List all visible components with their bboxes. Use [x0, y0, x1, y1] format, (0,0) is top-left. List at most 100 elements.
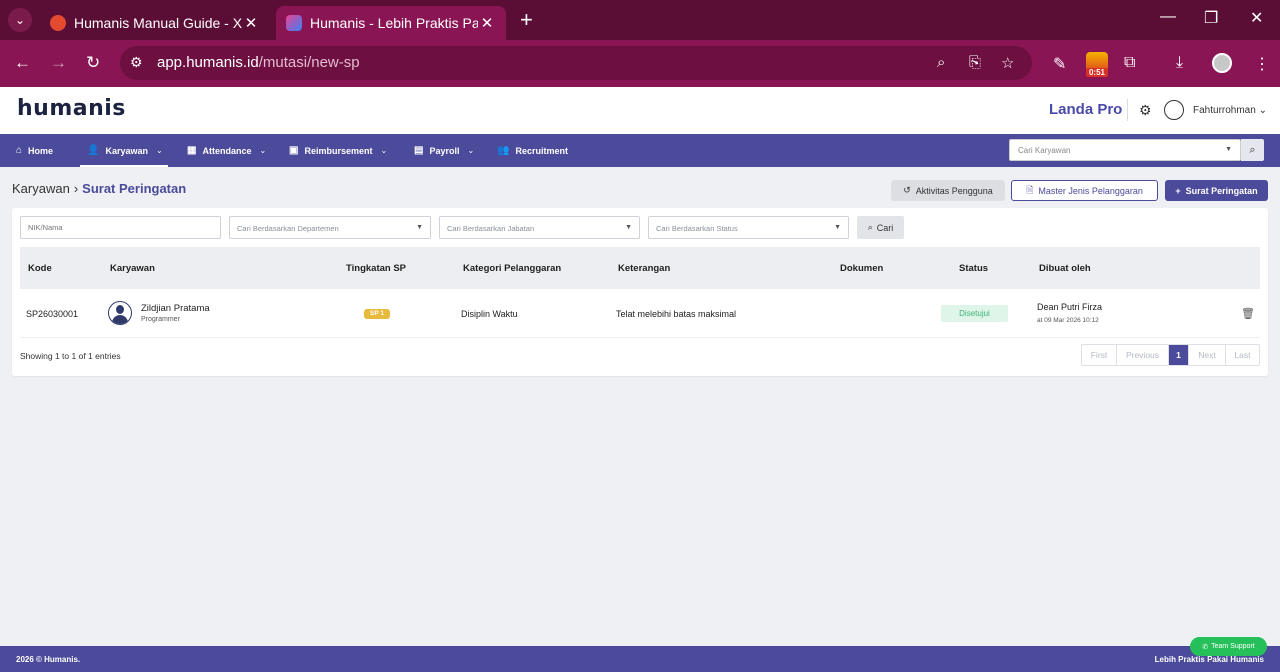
nik-name-input[interactable] [20, 216, 221, 239]
column-header-kode: Kode [28, 263, 52, 274]
tab-title: Humanis - Lebih Praktis Pakai Humanis [310, 15, 478, 31]
user-activity-button[interactable]: ↺ Aktivitas Pengguna [891, 180, 1005, 201]
column-header-karyawan: Karyawan [110, 263, 155, 274]
bookmark-star-icon[interactable]: ☆ [1001, 54, 1014, 72]
nav-label: Payroll [429, 145, 460, 156]
page-first-button[interactable]: First [1082, 345, 1117, 365]
url-host: app.humanis.id [157, 54, 259, 71]
page-title: Surat Peringatan [82, 181, 187, 196]
page-current-button[interactable]: 1 [1169, 345, 1189, 365]
address-bar[interactable]: ⚙ app.humanis.id/mutasi/new-sp ⌕ ⎘ ☆ [120, 46, 1032, 80]
url-path: /mutasi/new-sp [258, 54, 360, 71]
nav-item-payroll[interactable]: ▤ Payroll ⌄ [414, 145, 474, 156]
employee-name[interactable]: Zildjian Pratama [141, 303, 210, 314]
downloads-icon[interactable]: ⤓ [1176, 54, 1183, 72]
profile-avatar-icon[interactable] [1212, 53, 1232, 73]
column-header-category: Kategori Pelanggaran [463, 263, 562, 274]
nav-label: Recruitment [515, 145, 568, 156]
master-violation-button[interactable]: 🗎 Master Jenis Pelanggaran [1011, 180, 1158, 201]
team-support-button[interactable]: ✆ Team Support [1190, 637, 1267, 656]
search-icon[interactable]: ⌕ [1241, 139, 1264, 161]
nav-item-home[interactable]: ⌂ Home [16, 145, 53, 156]
status-badge: Disetujui [941, 305, 1008, 322]
chevron-right-icon: › [73, 181, 79, 196]
breadcrumb: Karyawan › Surat Peringatan [12, 181, 186, 196]
forward-icon[interactable]: → [50, 53, 67, 73]
nav-item-attendance[interactable]: ▦ Attendance ⌄ [187, 145, 266, 156]
column-header-level: Tingkatan SP [346, 263, 407, 274]
close-tab-icon[interactable]: ✕ [478, 14, 496, 32]
column-header-description: Keterangan [618, 263, 671, 274]
reload-icon[interactable]: ↻ [86, 53, 100, 73]
employee-role: Programmer [141, 316, 180, 323]
pagination: First Previous 1 Next Last [1081, 344, 1260, 366]
row-divider [20, 337, 1260, 338]
nav-item-reimbursement[interactable]: ▣ Reimbursement ⌄ [289, 145, 387, 156]
home-icon: ⌂ [16, 145, 23, 156]
user-edit-icon: 👤 [87, 145, 100, 156]
status-filter-select[interactable]: Cari Berdasarkan Status ▼ [648, 216, 849, 239]
whatsapp-icon: ✆ [1202, 643, 1209, 651]
install-app-icon[interactable]: ⎘ [969, 54, 981, 71]
history-icon: ↺ [903, 185, 911, 195]
caret-down-icon: ▼ [416, 224, 423, 231]
user-menu[interactable]: Fahturrohman ⌄ [1193, 105, 1267, 116]
humanis-favicon-icon [286, 15, 302, 31]
back-icon[interactable]: ← [14, 53, 31, 73]
zoom-icon[interactable]: ⌕ [937, 54, 945, 71]
caret-down-icon: ▼ [625, 224, 632, 231]
close-window-icon[interactable]: ✕ [1250, 8, 1263, 28]
employee-search-placeholder: Cari Karyawan [1018, 146, 1071, 155]
chevron-down-icon: ⌄ [380, 146, 388, 155]
users-icon: 👥 [497, 145, 510, 156]
restore-icon[interactable]: ❐ [1204, 8, 1218, 28]
chevron-down-icon: ⌄ [259, 146, 267, 155]
chevron-down-icon: ⌄ [467, 146, 475, 155]
nav-label: Reimbursement [304, 145, 373, 156]
page-last-button[interactable]: Last [1226, 345, 1259, 365]
employee-avatar [108, 301, 132, 325]
trash-icon[interactable]: 🗑 [1241, 307, 1255, 320]
browser-tab-manual[interactable]: Humanis Manual Guide - Xmind ✕ [40, 6, 270, 40]
settings-gear-icon[interactable]: ⚙ [1139, 102, 1152, 119]
tab-title: Humanis Manual Guide - Xmind [74, 15, 242, 31]
add-warning-letter-button[interactable]: + Surat Peringatan [1165, 180, 1268, 201]
created-timestamp: at 09 Mar 2026 10:12 [1037, 317, 1099, 324]
violation-description: Telat melebihi batas maksimal [616, 309, 737, 319]
employee-search-select[interactable]: Cari Karyawan ▼ [1009, 139, 1241, 161]
company-name[interactable]: Landa Pro [1049, 101, 1122, 118]
page-next-button[interactable]: Next [1189, 345, 1226, 365]
humanis-logo[interactable]: humanis [17, 96, 126, 121]
plus-icon: + [1175, 185, 1181, 196]
position-filter-select[interactable]: Cari Berdasarkan Jabatan ▼ [439, 216, 640, 239]
department-filter-select[interactable]: Cari Berdasarkan Departemen ▼ [229, 216, 431, 239]
nav-active-indicator [80, 165, 168, 167]
xmind-favicon-icon [50, 15, 66, 31]
filter-placeholder: Cari Berdasarkan Departemen [237, 224, 339, 233]
search-button[interactable]: ⌕ Cari [857, 216, 904, 239]
new-tab-button[interactable]: + [520, 8, 533, 32]
wallet-icon: ▤ [414, 145, 424, 156]
user-avatar[interactable] [1164, 100, 1184, 120]
violation-category: Disiplin Waktu [461, 309, 518, 319]
timer-extension-icon[interactable]: 0:51 [1086, 52, 1108, 77]
minimize-icon[interactable]: — [1160, 8, 1176, 26]
feather-extension-icon[interactable]: ✎ [1053, 54, 1066, 74]
nav-item-karyawan[interactable]: 👤 Karyawan ⌄ [87, 145, 163, 156]
footer-tagline: Lebih Praktis Pakai Humanis [1154, 655, 1264, 664]
site-info-icon[interactable]: ⚙ [130, 54, 143, 71]
page-previous-button[interactable]: Previous [1117, 345, 1169, 365]
nav-item-recruitment[interactable]: 👥 Recruitment [497, 145, 568, 156]
breadcrumb-parent[interactable]: Karyawan [12, 181, 70, 196]
nav-label: Karyawan [105, 145, 148, 156]
tab-search-button[interactable]: ⌄ [8, 8, 32, 32]
nav-label: Home [28, 145, 54, 156]
browser-menu-icon[interactable]: ⋮ [1254, 54, 1270, 74]
extensions-puzzle-icon[interactable]: ⧉ [1124, 54, 1135, 72]
close-tab-icon[interactable]: ✕ [242, 14, 260, 32]
browser-tab-humanis[interactable]: Humanis - Lebih Praktis Pakai Humanis ✕ [276, 6, 506, 40]
footer-copyright: 2026 © Humanis. [16, 655, 81, 664]
column-header-created-by: Dibuat oleh [1039, 263, 1091, 274]
chevron-down-icon: ⌄ [155, 146, 163, 155]
user-name: Fahturrohman [1193, 105, 1256, 116]
